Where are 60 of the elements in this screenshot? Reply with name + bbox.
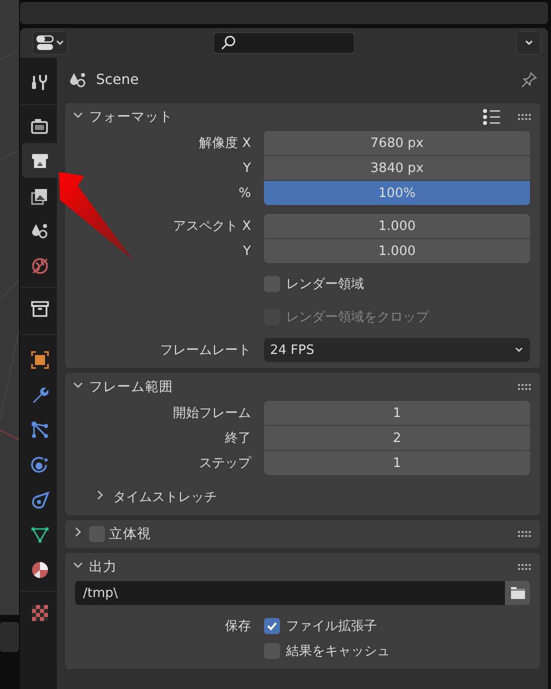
search-icon [220,35,236,51]
checkbox-label: レンダー領域 [286,276,364,293]
field-label: Y [242,160,252,176]
subpanel-title[interactable]: タイムストレッチ [113,488,217,506]
folder-button[interactable] [505,581,530,605]
object-square-icon [30,350,50,370]
percentage-slider[interactable]: 100% [264,181,530,205]
panel-title[interactable]: 出力 [89,558,117,576]
checkbox[interactable] [264,618,280,634]
scene-icon [68,70,88,90]
tool-icon [30,72,50,92]
search-field[interactable] [213,32,355,54]
triangle-mesh-icon [30,524,50,544]
field-label: % [238,186,252,200]
number-field[interactable]: 3840 px [264,156,530,180]
folder-icon [510,586,526,600]
field-label: 解像度 X [198,135,252,152]
field-label: 保存 [224,618,252,635]
field-label: フレームレート [159,342,252,359]
chevron-down-icon [514,346,524,354]
drag-handle-icon[interactable] [518,531,532,537]
material-sphere-icon [30,560,50,580]
target-teardrop-icon [30,490,50,510]
orbit-icon [30,454,50,474]
panel-title[interactable]: 立体視 [109,525,151,543]
field-label: アスペクト X [172,218,252,235]
checkbox-label: ファイル拡張子 [286,618,377,635]
context-title: Scene [96,72,139,88]
number-field[interactable]: 2 [264,426,530,450]
chevron-down-icon [56,40,64,46]
number-field[interactable]: 1.000 [264,239,530,263]
drag-handle-icon[interactable] [518,384,532,390]
panel-title[interactable]: フレーム範囲 [89,378,173,396]
field-label: ステップ [198,455,252,472]
list-icon[interactable] [482,108,502,126]
chevron-down-icon [524,39,534,47]
archive-box-icon [30,298,50,318]
number-field[interactable]: 1 [264,451,530,475]
pin-icon[interactable] [521,72,537,88]
field-label: 開始フレーム [172,405,252,422]
globe-icon [30,256,50,276]
vertex-graph-icon [30,420,50,440]
number-field[interactable]: 1.000 [264,214,530,238]
number-field[interactable]: 1 [264,401,530,425]
field-label: Y [242,244,252,258]
checker-texture-icon [30,602,50,622]
editor-type-button[interactable] [32,31,68,55]
checkbox-label: 結果をキャッシュ [286,643,390,660]
checkbox-label: レンダー領域をクロップ [286,309,429,326]
toggle-icon [36,35,54,51]
panel-title[interactable]: フォーマット [89,108,173,126]
frame-rate-dropdown[interactable]: 24 FPS [264,338,530,362]
path-field[interactable]: /tmp\ [75,581,505,605]
drag-handle-icon[interactable] [518,114,532,120]
drag-handle-icon[interactable] [518,564,532,570]
check-icon [266,620,278,632]
options-dropdown[interactable] [516,31,541,55]
properties-tab[interactable] [22,143,57,178]
field-label: 終了 [224,430,252,447]
number-field[interactable]: 7680 px [264,131,530,155]
